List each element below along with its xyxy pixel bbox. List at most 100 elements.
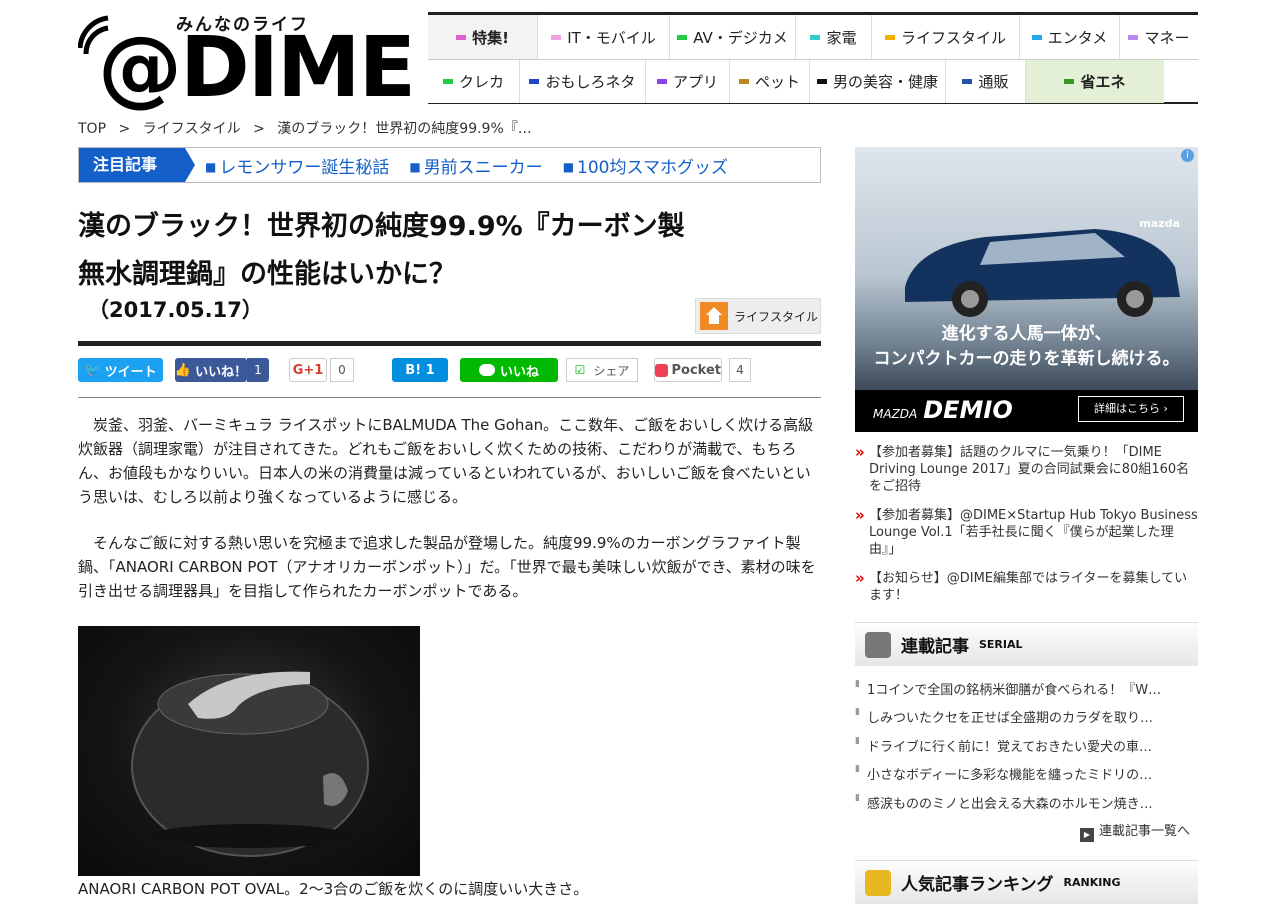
nav-item[interactable]: クレカ [428,60,520,103]
line-icon [478,364,495,376]
nav-item[interactable]: 省エネ [1026,60,1164,103]
nav-item-label: 特集! [472,28,509,47]
featured-label: 注目記事 [79,148,195,182]
pencil-icon [865,631,891,658]
serial-item[interactable]: しみついたクセを正せば全盛期のカラダを取り… [855,707,1185,726]
category-badge[interactable]: ライフスタイル [695,298,821,334]
nav-marker-icon [442,79,453,84]
car-image [905,229,1180,317]
nav-item[interactable]: IT・モバイル [538,15,670,59]
serial-title-en: SERIAL [979,638,1023,651]
nav-marker-icon [456,34,467,40]
article-date: （2017.05.17） [88,298,263,322]
nav-marker-icon [816,79,827,84]
page: みんなのライフ @DIME 特集! IT・モバイル AV・デジカメ 家電 ライフスタイル… [0,0,1266,919]
category-badge-label: ライフスタイル [734,309,819,324]
ranking-section-header: 人気記事ランキング RANKING [855,860,1198,904]
photo-caption: ANAORI CARBON POT OVAL。2〜3合のご飯を炊くのに調度いい大… [78,880,589,898]
serial-more-link[interactable]: ▶ 連載記事一覧へ [1080,820,1190,842]
featured-link[interactable]: 男前スニーカー [409,153,543,178]
nav-marker-icon [656,79,667,84]
breadcrumb: TOP > ライフスタイル > 漢のブラック！世界初の純度99.9%『… [78,118,540,138]
pocket-icon [655,363,668,377]
pocket-button[interactable]: Pocket [654,358,722,382]
nav-marker-icon [551,34,562,40]
share-bar: 🐦 ツイート 👍 いいね！ 1 G+1 0 B! 1 いいね ☑ シェア Pocket… [78,358,821,384]
nav-item-label: ライフスタイル [900,28,1006,47]
news-item[interactable]: 【参加者募集】話題のクルマに一気乗り！「DIME Driving Lounge … [855,444,1198,495]
serial-item[interactable]: 感涙もののミノと出会える大森のホルモン焼き… [855,793,1185,812]
nav-item-label: アプリ [672,73,718,91]
article-paragraph: そんなご飯に対する熱い思いを究極まで追求した製品が登場した。純度99.9%のカー… [78,534,816,600]
nav-item[interactable]: おもしろネタ [520,60,646,103]
nav-marker-icon [529,79,540,84]
ranking-title: 人気記事ランキング [901,875,1054,895]
play-icon: ▶ [1080,828,1094,842]
featured-link[interactable]: レモンサワー誕生秘話 [205,153,389,178]
ad-copy: 進化する人馬一体が、 コンパクトカーの走りを革新し続ける。 [873,324,1180,369]
breadcrumb-top[interactable]: TOP [78,121,106,137]
twitter-bird-icon: 🐦 [84,362,101,378]
nav-marker-icon [1064,79,1075,84]
nav-row-2: クレカ おもしろネタ アプリ ペット 男の美容・健康 通販 省エネ [428,59,1198,103]
tweet-button[interactable]: 🐦 ツイート [78,358,163,382]
nav-item[interactable]: 家電 [796,15,872,59]
news-item[interactable]: 【参加者募集】@DIME×Startup Hub Tokyo Business … [855,507,1198,558]
global-nav: 特集! IT・モバイル AV・デジカメ 家電 ライフスタイル エンタメ マネー クレカ おもし… [428,12,1198,104]
nav-item[interactable]: アプリ [646,60,730,103]
site-logo[interactable]: みんなのライフ @DIME [78,8,416,112]
logo-wordmark: @DIME [98,18,416,116]
nav-item[interactable]: ライフスタイル [872,15,1020,59]
line-share-button[interactable]: ☑ シェア [566,358,638,382]
nav-item-label: 家電 [826,28,857,47]
nav-marker-icon [1128,34,1139,40]
nav-item-label: エンタメ [1047,28,1108,47]
nav-item-label: IT・モバイル [567,28,656,47]
nav-marker-icon [1031,34,1042,40]
nav-marker-icon [884,34,895,40]
serial-section-header: 連載記事 SERIAL [855,622,1198,666]
ranking-title-en: RANKING [1063,876,1121,889]
hatena-bookmark-button[interactable]: B! 1 [392,358,448,382]
thumbs-up-icon: 👍 [174,362,192,378]
ad-more-button[interactable]: 詳細はこちら › [1078,396,1184,422]
nav-item[interactable]: 通販 [946,60,1026,103]
nav-marker-icon [810,34,821,40]
carbon-pot-illustration [131,671,369,857]
carbon-pot-photo[interactable] [78,626,420,876]
nav-row-1: 特集! IT・モバイル AV・デジカメ 家電 ライフスタイル エンタメ マネー [428,15,1198,59]
facebook-like-button[interactable]: 👍 いいね！ [175,358,247,382]
pocket-count: 4 [729,358,751,382]
serial-item[interactable]: 1コインで全国の銘柄米御膳が食べられる！『W… [855,679,1185,698]
nav-item[interactable]: マネー [1120,15,1198,59]
serial-title: 連載記事 [901,637,969,657]
gplus-count: 0 [330,358,354,382]
nav-item-label: ペット [754,73,800,91]
news-item[interactable]: 【お知らせ】@DIME編集部ではライターを募集しています！ [855,570,1198,604]
ad-info-icon[interactable]: i [1181,149,1194,162]
nav-item[interactable]: AV・デジカメ [670,15,796,59]
serial-item[interactable]: 小さなボディーに多彩な機能を纏ったミドリの… [855,764,1185,783]
crown-icon [865,869,891,896]
gplus-button[interactable]: G+1 [289,358,327,382]
share-divider [78,397,821,398]
nav-item[interactable]: 男の美容・健康 [810,60,946,103]
nav-item-label: 省エネ [1080,73,1126,91]
ad-footer: MAZDA DEMIO 詳細はこちら › [855,390,1198,432]
breadcrumb-category[interactable]: ライフスタイル [143,121,241,137]
nav-item-label: おもしろネタ [545,73,636,91]
nav-item-label: AV・デジカメ [693,28,788,47]
mazda-demio-ad[interactable]: i mazda 進化する人馬一体が、 コンパクトカーの走りを革新し続ける。 MA… [855,147,1198,432]
nav-item[interactable]: エンタメ [1020,15,1120,59]
article-paragraph: 炭釜、羽釜、バーミキュラ ライスポットにBALMUDA The Gohan。ここ… [78,416,814,506]
serial-item[interactable]: ドライブに行く前に！覚えておきたい愛犬の車… [855,736,1185,755]
article-title: 漢のブラック！世界初の純度99.9%『カーボン製無水調理鍋』の性能はいかに？ [78,211,685,290]
nav-item[interactable]: 特集! [428,15,538,59]
line-like-button[interactable]: いいね [460,358,558,382]
nav-item-label: 通販 [978,73,1009,91]
ad-model-name: MAZDA DEMIO [873,396,1013,424]
title-divider [78,341,821,346]
nav-item[interactable]: ペット [730,60,810,103]
featured-link[interactable]: 100均スマホグッズ [563,153,728,178]
nav-marker-icon [962,79,973,84]
